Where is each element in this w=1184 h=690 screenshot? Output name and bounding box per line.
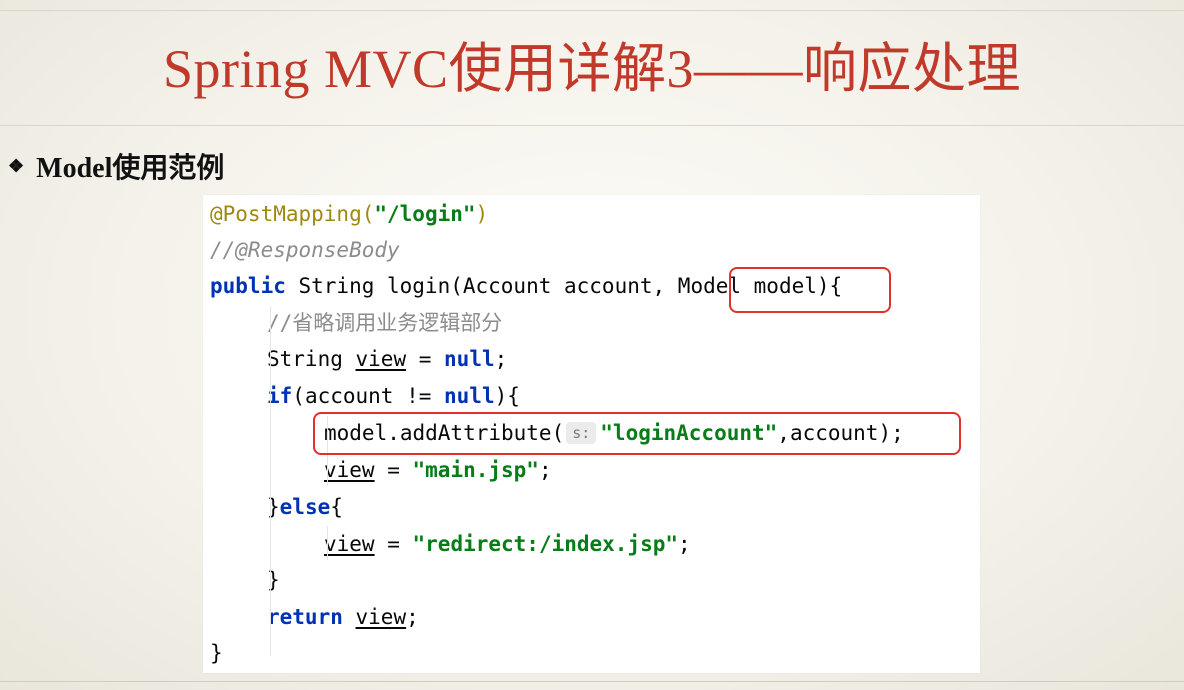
code-line: } <box>210 641 223 665</box>
section-heading: ❖ Model使用范例 <box>8 146 224 186</box>
slide-title: Spring MVC使用详解3——响应处理 <box>162 39 1022 99</box>
code-line: }else{ <box>267 495 343 519</box>
code-line: //@ResponseBody <box>210 238 400 262</box>
code-line: return view; <box>267 605 419 629</box>
top-divider <box>0 10 1184 11</box>
code-line: view = "main.jsp"; <box>324 458 552 482</box>
add-attribute-highlight <box>313 412 961 455</box>
bottom-divider <box>0 681 1184 682</box>
section-heading-text: Model使用范例 <box>36 153 225 184</box>
code-line: if(account != null){ <box>267 384 520 408</box>
code-line: } <box>267 568 280 592</box>
code-line: @PostMapping("/login") <box>210 202 489 226</box>
model-param-highlight <box>729 267 891 313</box>
code-line: String view = null; <box>267 347 508 371</box>
title-divider <box>0 125 1184 126</box>
code-line: view = "redirect:/index.jsp"; <box>324 532 691 556</box>
code-snippet: @PostMapping("/login") //@ResponseBody p… <box>203 195 980 673</box>
diamond-bullet-icon: ❖ <box>8 155 25 176</box>
code-line: //省略调用业务逻辑部分 <box>267 311 503 335</box>
